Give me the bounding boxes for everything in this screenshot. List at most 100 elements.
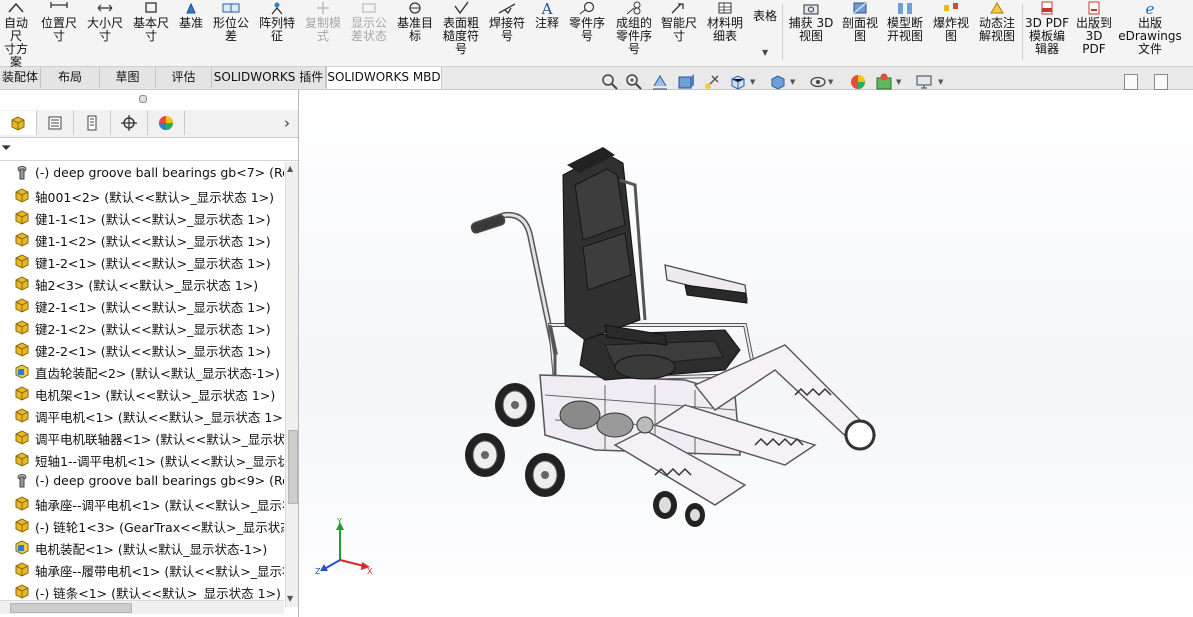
tab-feature-manager[interactable] <box>0 111 37 135</box>
copy-scheme-button[interactable]: 复制模 式 <box>302 0 344 64</box>
tree-item[interactable]: 电机装配<1> (默认<默认_显示状态-1>) <box>0 536 284 558</box>
restore-viewport-button[interactable] <box>1124 74 1138 90</box>
3d-pdf-template-editor-button[interactable]: 3D PDF 模板编 辑器 <box>1024 0 1070 64</box>
location-dimension-icon <box>50 2 68 8</box>
tree-item[interactable]: 调平电机联轴器<1> (默认<<默认>_显示状态 <box>0 426 284 448</box>
tab-dimxpert-manager[interactable] <box>111 111 148 135</box>
datum-target-button[interactable]: 基准目 标 <box>394 0 436 64</box>
tree-vertical-scroll-thumb[interactable] <box>288 430 298 504</box>
feature-tree: (-) deep groove ball bearings gb<7> (Rol… <box>0 162 284 600</box>
tree-horizontal-scroll-thumb[interactable] <box>10 603 132 613</box>
hide-show-items-icon[interactable] <box>808 72 828 92</box>
tree-item[interactable]: 调平电机<1> (默认<<默认>_显示状态 1>) <box>0 404 284 426</box>
tree-item[interactable]: (-) deep groove ball bearings gb<7> (Rol… <box>0 162 284 184</box>
ribbon-separator <box>782 4 783 60</box>
tab-layout[interactable]: 布局 <box>41 67 100 88</box>
tree-item[interactable]: (-) 链轮1<3> (GearTrax<<默认>_显示状态 1 <box>0 514 284 536</box>
pdf-publish-icon <box>1088 1 1100 15</box>
hide-show-dropdown-icon[interactable]: ▼ <box>828 78 833 86</box>
tab-display-manager[interactable] <box>148 111 185 135</box>
panel-resize-grip[interactable] <box>139 95 147 103</box>
apply-scene-icon[interactable] <box>874 72 894 92</box>
stacked-balloon-icon <box>626 1 641 15</box>
datum-button[interactable]: 基准 <box>175 0 207 64</box>
tree-item[interactable]: 直齿轮装配<2> (默认<默认_显示状态-1>) <box>0 360 284 382</box>
table-dropdown-arrow-icon[interactable]: ▼ <box>762 48 768 57</box>
tree-item[interactable]: (-) deep groove ball bearings gb<9> (Rol… <box>0 470 284 492</box>
tree-item[interactable]: 键2-1<1> (默认<<默认>_显示状态 1>) <box>0 294 284 316</box>
tree-item[interactable]: 轴承座--履带电机<1> (默认<<默认>_显示状态 <box>0 558 284 580</box>
apply-scene-dropdown-icon[interactable]: ▼ <box>896 78 901 86</box>
basic-dimension-button[interactable]: 基本尺 寸 <box>130 0 172 64</box>
tab-evaluate[interactable]: 评估 <box>156 67 212 88</box>
exploded-view-button[interactable]: 爆炸视 图 <box>930 0 972 64</box>
capture-3d-view-button[interactable]: 捕获 3D 视图 <box>786 0 836 64</box>
auto-dimension-scheme-button[interactable]: 自动尺 寸方案 <box>0 0 32 69</box>
tree-item[interactable]: 健2-2<1> (默认<<默认>_显示状态 1>) <box>0 338 284 360</box>
view-settings-dropdown-icon[interactable]: ▼ <box>938 78 943 86</box>
section-view-icon[interactable] <box>676 72 696 92</box>
zoom-to-fit-icon[interactable] <box>600 72 620 92</box>
publish-edrawings-button[interactable]: e 出版 eDrawings 文件 <box>1118 0 1182 64</box>
section-view-button[interactable]: 剖面视 图 <box>838 0 882 64</box>
geometric-tolerance-button[interactable]: 形位公 差 <box>210 0 252 64</box>
tree-item[interactable]: 电机架<1> (默认<<默认>_显示状态 1>) <box>0 382 284 404</box>
tree-item[interactable]: (-) 链条<1> (默认<<默认>_显示状态 1>) <box>0 580 284 600</box>
dynamic-annotation-view-button[interactable]: 动态注 解视图 <box>974 0 1020 64</box>
tree-item-label: 调平电机联轴器<1> (默认<<默认>_显示状态 <box>35 432 284 447</box>
previous-view-icon[interactable] <box>650 72 670 92</box>
dynamic-annotation-views-icon[interactable] <box>702 72 722 92</box>
balloon-button[interactable]: 零件序 号 <box>566 0 608 64</box>
filter-icon[interactable]: ⏷ <box>1 141 11 156</box>
maximize-viewport-button[interactable] <box>1154 74 1168 90</box>
tab-assembly[interactable]: 装配体 <box>0 67 41 88</box>
part-icon <box>14 209 30 225</box>
tree-item[interactable]: 健1-1<2> (默认<<默认>_显示状态 1>) <box>0 228 284 250</box>
stacked-balloon-button[interactable]: 成组的 零件序 号 <box>612 0 656 64</box>
view-orientation-icon[interactable] <box>728 72 748 92</box>
tree-item[interactable]: 短轴1--调平电机<1> (默认<<默认>_显示状态 <box>0 448 284 470</box>
scroll-down-arrow-icon[interactable]: ▼ <box>287 594 293 603</box>
tree-item[interactable]: 键2-1<2> (默认<<默认>_显示状态 1>) <box>0 316 284 338</box>
tab-configuration-manager[interactable] <box>74 111 111 135</box>
copy-scheme-icon <box>317 2 329 14</box>
tree-horizontal-scrollbar[interactable] <box>0 600 284 614</box>
size-dimension-button[interactable]: 大小尺 寸 <box>84 0 126 64</box>
location-dimension-button[interactable]: 位置尺 寸 <box>38 0 80 64</box>
weld-symbol-button[interactable]: 焊接符 号 <box>485 0 529 64</box>
tree-item-label: (-) 链轮1<3> (GearTrax<<默认>_显示状态 1 <box>35 520 284 535</box>
display-style-dropdown-icon[interactable]: ▼ <box>790 78 795 86</box>
svg-text:e: e <box>1146 1 1155 15</box>
tree-item-label: 健1-1<1> (默认<<默认>_显示状态 1>) <box>35 212 271 227</box>
edit-appearance-icon[interactable] <box>848 72 868 92</box>
tree-item[interactable]: 轴承座--调平电机<1> (默认<<默认>_显示状态 <box>0 492 284 514</box>
scroll-up-arrow-icon[interactable]: ▲ <box>287 164 293 173</box>
display-style-icon[interactable] <box>768 72 788 92</box>
pattern-feature-button[interactable]: 阵列特 征 <box>255 0 299 64</box>
show-tolerance-status-button[interactable]: 显示公 差状态 <box>347 0 391 64</box>
note-button[interactable]: A 注释 <box>532 0 562 64</box>
tab-sketch[interactable]: 草图 <box>100 67 156 88</box>
tree-item[interactable]: 健1-1<1> (默认<<默认>_显示状态 1>) <box>0 206 284 228</box>
wheelchair-assembly-model[interactable] <box>455 145 885 535</box>
tree-item[interactable]: 轴001<2> (默认<<默认>_显示状态 1>) <box>0 184 284 206</box>
tree-item[interactable]: 轴2<3> (默认<<默认>_显示状态 1>) <box>0 272 284 294</box>
panel-expand-chevron-icon[interactable]: › <box>284 114 290 132</box>
model-break-view-button[interactable]: 模型断 开视图 <box>884 0 926 64</box>
pattern-feature-icon <box>271 2 283 15</box>
model-break-icon <box>898 3 912 14</box>
publish-3d-pdf-button[interactable]: 出版到 3D PDF <box>1072 0 1116 64</box>
tree-item-label: 轴001<2> (默认<<默认>_显示状态 1>) <box>35 190 275 205</box>
tree-item-label: 调平电机<1> (默认<<默认>_显示状态 1>) <box>35 410 284 425</box>
bearing-component-icon <box>14 165 30 181</box>
smart-dimension-button[interactable]: 智能尺 寸 <box>658 0 700 64</box>
tree-filter-row: ⏷ <box>0 138 298 161</box>
tree-item[interactable]: 键1-2<1> (默认<<默认>_显示状态 1>) <box>0 250 284 272</box>
view-settings-icon[interactable] <box>914 72 934 92</box>
tree-vertical-scrollbar[interactable]: ▲ ▼ <box>285 162 298 607</box>
zoom-to-area-icon[interactable] <box>624 72 644 92</box>
tab-property-manager[interactable] <box>37 111 74 135</box>
surface-finish-button[interactable]: 表面粗 糙度符 号 <box>440 0 482 64</box>
bill-of-materials-button[interactable]: 材料明 细表 <box>703 0 747 64</box>
view-orientation-dropdown-icon[interactable]: ▼ <box>750 78 755 86</box>
